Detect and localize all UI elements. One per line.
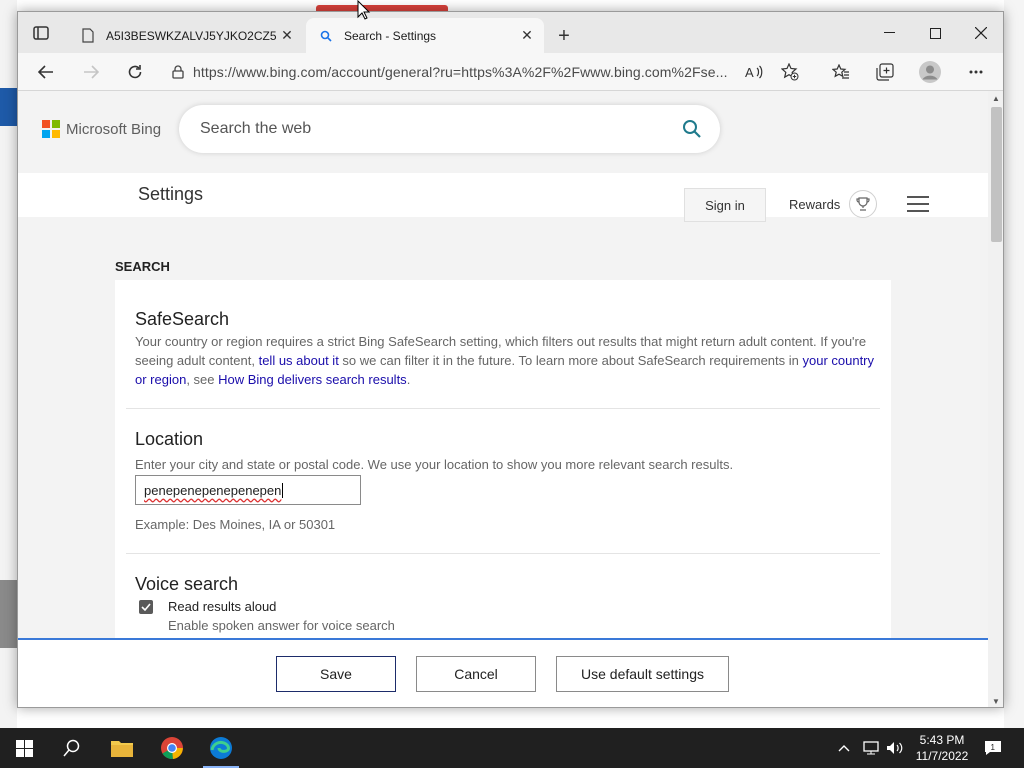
desktop-right-strip: [1004, 0, 1024, 728]
tell-us-link[interactable]: tell us about it: [259, 353, 339, 368]
network-icon[interactable]: [862, 728, 880, 768]
refresh-icon[interactable]: [121, 58, 149, 86]
bing-header: Microsoft Bing: [18, 91, 988, 173]
page-scrollbar[interactable]: ▲ ▼: [988, 91, 1003, 707]
logo-square-red: [42, 120, 50, 128]
how-bing-delivers-link[interactable]: How Bing delivers search results: [218, 372, 407, 387]
forward-arrow-icon[interactable]: [77, 58, 105, 86]
tab-actions-icon[interactable]: [30, 23, 52, 43]
read-aloud-icon[interactable]: A: [740, 58, 768, 86]
logo-text: Microsoft Bing: [66, 120, 162, 138]
volume-icon[interactable]: [886, 728, 904, 768]
scroll-down-icon[interactable]: ▼: [992, 697, 1000, 706]
read-aloud-checkbox[interactable]: [139, 600, 153, 614]
close-tab-icon[interactable]: ✕: [276, 25, 298, 47]
use-default-settings-button[interactable]: Use default settings: [556, 656, 729, 692]
safesearch-text-2: so we can filter it in the future. To le…: [338, 353, 803, 368]
svg-text:A: A: [745, 65, 754, 79]
browser-window: A5I3BESWKZALVJ5YJKO2CZ5ME ✕ Search - Set…: [17, 11, 1004, 708]
logo-square-yellow: [52, 130, 60, 138]
svg-text:1: 1: [991, 743, 996, 752]
document-icon: [80, 28, 96, 44]
microsoft-logo-icon: [42, 120, 60, 138]
safesearch-description: Your country or region requires a strict…: [135, 332, 880, 389]
logo-square-blue: [42, 130, 50, 138]
search-icon[interactable]: [672, 119, 712, 139]
desktop-gray-block: [0, 580, 17, 648]
tab-title: A5I3BESWKZALVJ5YJKO2CZ5ME: [106, 28, 276, 43]
rewards-link[interactable]: Rewards: [789, 197, 840, 212]
close-tab-icon[interactable]: ✕: [516, 25, 538, 47]
clock-time: 5:43 PM: [919, 733, 965, 747]
location-description: Enter your city and state or postal code…: [135, 457, 734, 472]
logo-square-green: [52, 120, 60, 128]
voice-search-title: Voice search: [135, 574, 239, 594]
microsoft-bing-logo[interactable]: Microsoft Bing: [42, 120, 161, 138]
save-button[interactable]: Save: [276, 656, 396, 692]
back-arrow-icon[interactable]: [32, 58, 60, 86]
menu-icon[interactable]: [907, 196, 929, 212]
safesearch-text-3: , see: [186, 372, 219, 387]
tab-active[interactable]: Search - Settings ✕: [306, 18, 544, 53]
menu-line: [907, 196, 929, 198]
chrome-icon[interactable]: [148, 728, 196, 768]
lock-icon[interactable]: [163, 65, 193, 79]
desktop-blue-block: [0, 88, 17, 126]
address-url: https://www.bing.com/account/general?ru=…: [193, 64, 728, 80]
add-favorite-icon[interactable]: [776, 58, 804, 86]
safesearch-title: SafeSearch: [135, 309, 230, 329]
search-input[interactable]: [200, 120, 672, 138]
settings-footer: Save Cancel Use default settings: [18, 638, 988, 707]
location-title: Location: [135, 429, 204, 449]
new-tab-icon[interactable]: +: [552, 24, 576, 48]
tab-inactive[interactable]: A5I3BESWKZALVJ5YJKO2CZ5ME ✕: [68, 18, 304, 53]
location-input[interactable]: penepenepenepenepen: [135, 475, 361, 505]
start-windows-icon[interactable]: [0, 728, 48, 768]
menu-line: [907, 210, 929, 212]
file-explorer-icon[interactable]: [98, 728, 146, 768]
settings-card: SafeSearch Your country or region requir…: [115, 280, 891, 680]
sign-in-button[interactable]: Sign in: [684, 188, 766, 222]
tab-title: Search - Settings: [344, 28, 437, 43]
favorites-icon[interactable]: [827, 58, 855, 86]
show-hidden-icons[interactable]: [838, 728, 850, 768]
more-options-icon[interactable]: [962, 58, 990, 86]
taskbar-clock[interactable]: 5:43 PM 11/7/2022: [912, 732, 972, 764]
safesearch-text-4: .: [406, 372, 411, 387]
profile-avatar-icon[interactable]: [916, 58, 944, 86]
page-content: Microsoft Bing Settings Sign in Rewards: [18, 91, 988, 707]
browser-toolbar: https://www.bing.com/account/general?ru=…: [18, 53, 1003, 91]
address-bar[interactable]: https://www.bing.com/account/general?ru=…: [163, 56, 823, 88]
scrollbar-thumb[interactable]: [991, 107, 1002, 242]
search-box[interactable]: [179, 105, 720, 153]
mouse-cursor-icon: [357, 0, 371, 25]
read-aloud-label[interactable]: Read results aloud: [168, 597, 913, 616]
text-caret: [282, 482, 284, 498]
location-example: Example: Des Moines, IA or 50301: [135, 517, 336, 532]
section-label: SEARCH: [115, 259, 170, 274]
close-window-icon[interactable]: [958, 20, 1003, 46]
edge-icon[interactable]: [197, 728, 245, 768]
taskbar-search-icon[interactable]: [48, 728, 96, 768]
cancel-button[interactable]: Cancel: [416, 656, 536, 692]
maximize-icon[interactable]: [912, 20, 958, 46]
divider: [126, 553, 880, 554]
scroll-up-icon[interactable]: ▲: [992, 94, 1000, 103]
taskbar: 5:43 PM 11/7/2022 1: [0, 728, 1024, 768]
trophy-icon[interactable]: [849, 190, 877, 218]
divider: [126, 408, 880, 409]
notifications-icon[interactable]: 1: [984, 728, 1002, 768]
read-aloud-hint: Enable spoken answer for voice search: [168, 618, 395, 633]
clock-date: 11/7/2022: [915, 749, 969, 763]
menu-line: [907, 203, 929, 205]
tab-bar: A5I3BESWKZALVJ5YJKO2CZ5ME ✕ Search - Set…: [18, 12, 1003, 53]
collections-icon[interactable]: [871, 58, 899, 86]
minimize-icon[interactable]: [866, 20, 912, 46]
search-icon: [318, 28, 334, 44]
page-title: Settings: [138, 184, 204, 204]
settings-bar: Settings Sign in Rewards: [18, 173, 988, 222]
location-value: penepenepenepenepen: [144, 482, 282, 498]
